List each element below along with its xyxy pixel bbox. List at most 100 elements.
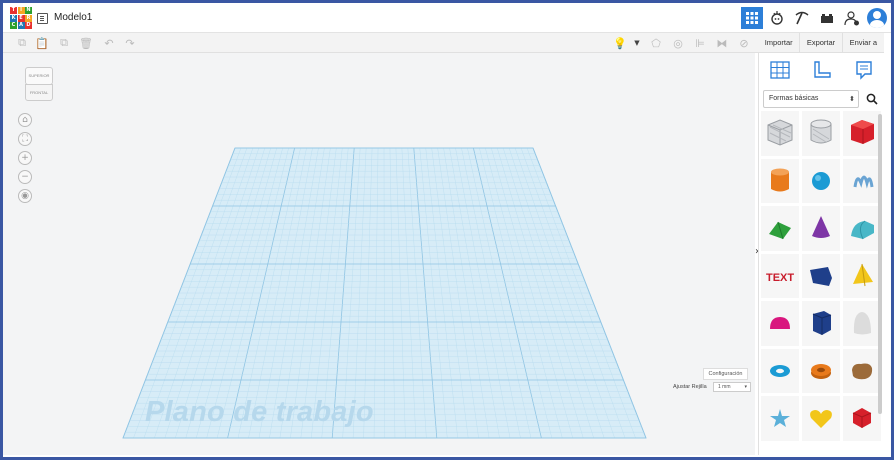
shape-heart[interactable] (802, 396, 840, 441)
shape-wedge[interactable] (802, 253, 840, 298)
light-bulb-icon[interactable]: 💡 (613, 36, 627, 50)
copy-icon[interactable]: ⧉ (15, 36, 29, 50)
box-icon (851, 120, 874, 145)
delete-icon[interactable]: 🗑 (79, 36, 93, 50)
cone-icon (812, 216, 830, 239)
align-icon[interactable]: ⊫ (693, 36, 707, 50)
workplane-tool-icon[interactable] (769, 59, 791, 81)
bricks-button[interactable] (816, 7, 838, 29)
snap-grid-select[interactable]: 1 mm (713, 382, 751, 392)
fit-view-icon[interactable]: ⛶ (18, 132, 32, 146)
sphere-icon (812, 171, 830, 190)
shape-paraboloid[interactable] (843, 301, 881, 346)
hole-box-icon (767, 119, 793, 146)
shape-box[interactable] (843, 111, 881, 156)
shape-pyramid[interactable] (843, 253, 881, 298)
redo-icon[interactable]: ↷ (123, 36, 137, 50)
add-user-button[interactable] (841, 7, 863, 29)
import-button[interactable]: Importar (758, 33, 801, 52)
shape-hole-cylinder[interactable] (802, 111, 840, 156)
scribble-icon (853, 175, 874, 189)
shape-scribble[interactable] (843, 158, 881, 203)
torus-icon (770, 364, 790, 377)
design-title[interactable]: Modelo1 (54, 12, 92, 23)
paste-icon[interactable]: 📋 (35, 36, 49, 50)
logo-letter: E (17, 14, 25, 22)
logo-letter: C (10, 22, 17, 29)
logo-letter: T (10, 7, 17, 14)
cylinder-icon (771, 168, 789, 192)
home-view-icon[interactable]: ⌂ (18, 113, 32, 127)
half-sphere-icon (770, 317, 790, 330)
view-cube-front[interactable]: FRONTAL (25, 84, 53, 101)
tinkercad-logo[interactable]: TIN KER CAD (10, 7, 32, 29)
shape-tube[interactable] (802, 348, 840, 393)
view-cube[interactable]: SUPERIOR FRONTAL (25, 67, 53, 101)
paraboloid-icon (853, 312, 871, 335)
shape-sphere[interactable] (802, 158, 840, 203)
shape-text[interactable]: TEXT (761, 253, 799, 298)
shape-round-roof[interactable] (843, 206, 881, 251)
snap-grid-label: Ajustar Rejilla (673, 384, 707, 390)
workplane-label: Plano de trabajo (145, 396, 374, 428)
shape-cone[interactable] (802, 206, 840, 251)
send-to-button[interactable]: Enviar a (843, 33, 884, 52)
action-buttons: Importar Exportar Enviar a (758, 33, 884, 53)
search-icon (866, 93, 878, 105)
workplane-canvas[interactable]: Plano de trabajo SUPERIOR FRONTAL ⌂ ⛶ + … (3, 53, 755, 455)
shapes-grid: TEXT (761, 111, 881, 453)
shape-shape-generator[interactable] (843, 348, 881, 393)
grid-view-button[interactable] (740, 7, 763, 29)
polygon-icon (812, 311, 832, 336)
group-icon[interactable]: ⬠ (649, 36, 663, 50)
shape-hole-box[interactable] (761, 111, 799, 156)
zoom-out-icon[interactable]: − (18, 170, 32, 184)
user-avatar[interactable] (867, 8, 887, 28)
icosahedron-icon (852, 408, 872, 429)
logo-letter: I (17, 7, 25, 14)
shape-icosahedron[interactable] (843, 396, 881, 441)
text-icon: TEXT (766, 272, 794, 284)
ungroup-icon[interactable]: ◎ (671, 36, 685, 50)
perspective-icon[interactable]: ◉ (18, 189, 32, 203)
round-roof-icon (851, 220, 874, 240)
add-user-icon (843, 11, 859, 26)
workplane-grid[interactable] (3, 53, 755, 455)
roof-icon (769, 222, 791, 240)
top-bar: TIN KER CAD Modelo1 (3, 3, 891, 33)
panel-tools (759, 53, 885, 87)
document-icon[interactable] (37, 13, 48, 24)
view-cube-top[interactable]: SUPERIOR (25, 67, 53, 85)
hole-cylinder-icon (810, 119, 832, 144)
shape-library-select[interactable]: Formas básicas (763, 90, 859, 108)
edit-toolbar: ⧉ 📋 ⧉ 🗑 ↶ ↷ 💡 ▼ ⬠ ◎ ⊫ ⧓ ⊘ (3, 33, 758, 53)
settings-button[interactable]: Configuración (703, 368, 748, 380)
shape-star[interactable] (761, 396, 799, 441)
ruler-tool-icon[interactable] (811, 59, 833, 81)
export-button[interactable]: Exportar (800, 33, 843, 52)
pickaxe-icon (795, 11, 808, 25)
notes-tool-icon[interactable] (853, 59, 875, 81)
workplane-icon[interactable]: ⊘ (737, 36, 751, 50)
undo-icon[interactable]: ↶ (102, 36, 116, 50)
logo-letter: A (17, 22, 25, 29)
shape-polygon[interactable] (802, 301, 840, 346)
build-button[interactable] (791, 7, 813, 29)
bricks-icon (820, 14, 833, 23)
shape-roof[interactable] (761, 206, 799, 251)
duplicate-icon[interactable]: ⧉ (57, 36, 71, 50)
mirror-icon[interactable]: ⧓ (715, 36, 729, 50)
dropdown-icon[interactable]: ▼ (630, 36, 644, 50)
shape-torus[interactable] (761, 348, 799, 393)
tinker-icon (770, 11, 783, 25)
shape-generator-icon (852, 363, 873, 379)
shape-half-sphere[interactable] (761, 301, 799, 346)
shape-cylinder[interactable] (761, 158, 799, 203)
panel-scrollbar[interactable] (878, 114, 882, 414)
zoom-in-icon[interactable]: + (18, 151, 32, 165)
search-button[interactable] (863, 90, 881, 108)
tube-icon (811, 363, 831, 379)
tinkerers-button[interactable] (766, 7, 788, 29)
heart-icon (810, 410, 832, 429)
wedge-icon (810, 266, 832, 286)
